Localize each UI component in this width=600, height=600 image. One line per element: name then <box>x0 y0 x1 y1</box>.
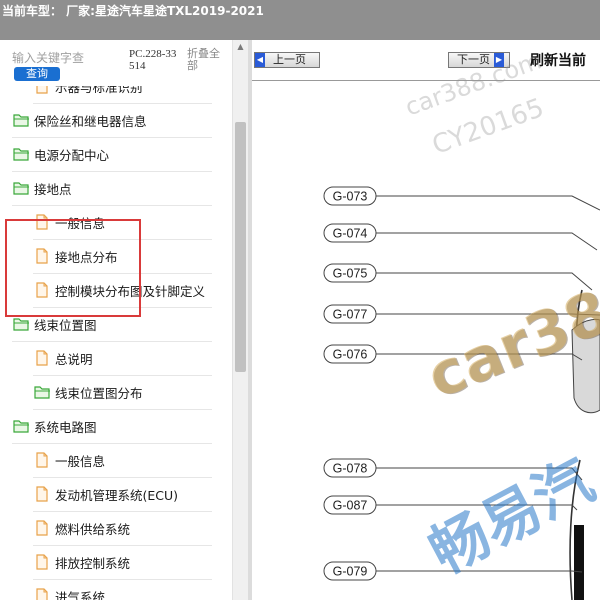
search-button[interactable]: 查询 <box>14 67 60 81</box>
next-page-button[interactable]: 下一页 ▶ <box>448 52 510 68</box>
ground-label-text: G-079 <box>333 565 368 579</box>
document-viewer: ◀ 上一页 下一页 ▶ 刷新当前 G-073 G-074 G-075 G-077 G-0… <box>252 40 600 600</box>
ground-leader-line <box>376 353 583 361</box>
highlight-annotation-box <box>5 219 141 317</box>
ground-label[interactable]: G-087 <box>323 495 578 515</box>
tree-item-label: 电源分配中心 <box>34 147 110 163</box>
tree-item[interactable]: 进气系统 <box>33 579 105 600</box>
tree-item[interactable]: 保险丝和继电器信息 <box>12 103 147 137</box>
search-input[interactable] <box>12 49 122 67</box>
ground-leader-line <box>376 467 583 481</box>
folder-icon <box>12 112 30 128</box>
folder-icon <box>12 418 30 434</box>
document-icon <box>33 452 51 468</box>
tree-item-label: 系统电路图 <box>34 419 97 435</box>
document-icon <box>33 86 51 94</box>
ground-label[interactable]: G-073 <box>323 186 600 211</box>
tree-item[interactable]: 接地点 <box>12 171 72 205</box>
tree-item[interactable]: 系统电路图 <box>12 409 97 443</box>
navigation-tree: 示器与标准识别 保险丝和继电器信息 电源分配中心 接地点 一般信息 接地点分布 控制模块分布… <box>0 86 232 600</box>
pillar-shape <box>574 525 584 600</box>
arrow-left-icon: ◀ <box>255 53 265 67</box>
tree-item-label: 一般信息 <box>55 453 106 469</box>
ground-leader-line <box>376 313 600 316</box>
scrollbar-thumb[interactable] <box>235 122 246 372</box>
document-icon <box>33 554 51 570</box>
next-page-label: 下一页 <box>457 53 490 66</box>
refresh-page-link[interactable]: 刷新当前 <box>530 50 586 70</box>
tree-item-label: 进气系统 <box>55 589 106 600</box>
search-row: 查询 PC.228-33514 折叠全部 <box>0 40 232 86</box>
prev-page-label: 上一页 <box>273 53 306 66</box>
tree-item[interactable]: 示器与标准识别 <box>33 86 143 103</box>
vehicle-engine-body <box>571 318 600 600</box>
tree-item-label: 示器与标准识别 <box>55 86 143 95</box>
tree-item[interactable]: 总说明 <box>33 341 93 375</box>
tree-item[interactable]: 一般信息 <box>33 443 105 477</box>
viewer-toolbar: ◀ 上一页 下一页 ▶ 刷新当前 <box>252 40 600 81</box>
ground-leader-line <box>376 504 578 511</box>
ground-leader-line <box>376 272 593 291</box>
tree-item-label: 保险丝和继电器信息 <box>34 113 147 129</box>
ground-leader-line <box>376 570 583 573</box>
ground-label-text: G-078 <box>333 462 368 476</box>
sidebar-scrollbar[interactable]: ▲ <box>232 40 248 600</box>
document-icon <box>33 350 51 366</box>
tree-item[interactable]: 燃料供给系统 <box>33 511 130 545</box>
ground-label-text: G-077 <box>333 308 368 322</box>
document-icon <box>33 588 51 600</box>
scroll-up-arrow-icon[interactable]: ▲ <box>233 40 248 54</box>
ground-label[interactable]: G-074 <box>323 223 598 251</box>
tree-item[interactable]: 电源分配中心 <box>12 137 109 171</box>
tree-item-label: 发动机管理系统(ECU) <box>55 487 179 503</box>
tree-item[interactable]: 排放控制系统 <box>33 545 130 579</box>
folder-icon <box>12 146 30 162</box>
tree-item-label: 总说明 <box>55 351 93 367</box>
ground-label-text: G-087 <box>333 499 368 513</box>
ground-leader-line <box>376 232 598 251</box>
tree-item[interactable]: 发动机管理系统(ECU) <box>33 477 178 511</box>
tree-item-label: 接地点 <box>34 181 72 197</box>
folder-icon <box>12 180 30 196</box>
document-icon <box>33 486 51 502</box>
ground-label-text: G-074 <box>333 227 368 241</box>
document-code: PC.228-33514 <box>129 48 177 72</box>
vehicle-title: 当前车型： 厂家:星途汽车星途TXL2019-2021 <box>2 4 264 18</box>
ground-label[interactable]: G-075 <box>323 263 593 291</box>
arrow-right-icon: ▶ <box>494 53 504 67</box>
tree-item-label: 排放控制系统 <box>55 555 131 571</box>
collapse-all-link[interactable]: 折叠全部 <box>187 48 229 72</box>
folder-icon <box>33 384 51 400</box>
tree-item-label: 线束位置图 <box>34 317 97 333</box>
sidebar: 查询 PC.228-33514 折叠全部 示器与标准识别保险丝和继电器信息电源分… <box>0 40 248 600</box>
ground-label[interactable]: G-079 <box>323 561 583 581</box>
tree-item-label: 线束位置图分布 <box>55 385 143 401</box>
folder-icon <box>12 316 30 332</box>
ground-label-text: G-076 <box>333 348 368 362</box>
title-bar: 当前车型： 厂家:星途汽车星途TXL2019-2021 <box>0 0 600 40</box>
ground-label-text: G-075 <box>333 267 368 281</box>
ground-label[interactable]: G-078 <box>323 458 583 481</box>
prev-page-button[interactable]: ◀ 上一页 <box>254 52 320 68</box>
tree-item-label: 燃料供给系统 <box>55 521 131 537</box>
ground-label-text: G-073 <box>333 190 368 204</box>
document-icon <box>33 520 51 536</box>
ground-label[interactable]: G-077 <box>323 304 600 324</box>
ground-label[interactable]: G-076 <box>323 344 583 364</box>
ground-leader-line <box>376 195 600 211</box>
tree-item[interactable]: 线束位置图分布 <box>33 375 143 409</box>
ground-label-group: G-073 G-074 G-075 G-077 G-076 G-078 G-087 G-079 <box>323 186 600 581</box>
ground-point-diagram: G-073 G-074 G-075 G-077 G-076 G-078 G-087 G-079 <box>323 186 600 600</box>
